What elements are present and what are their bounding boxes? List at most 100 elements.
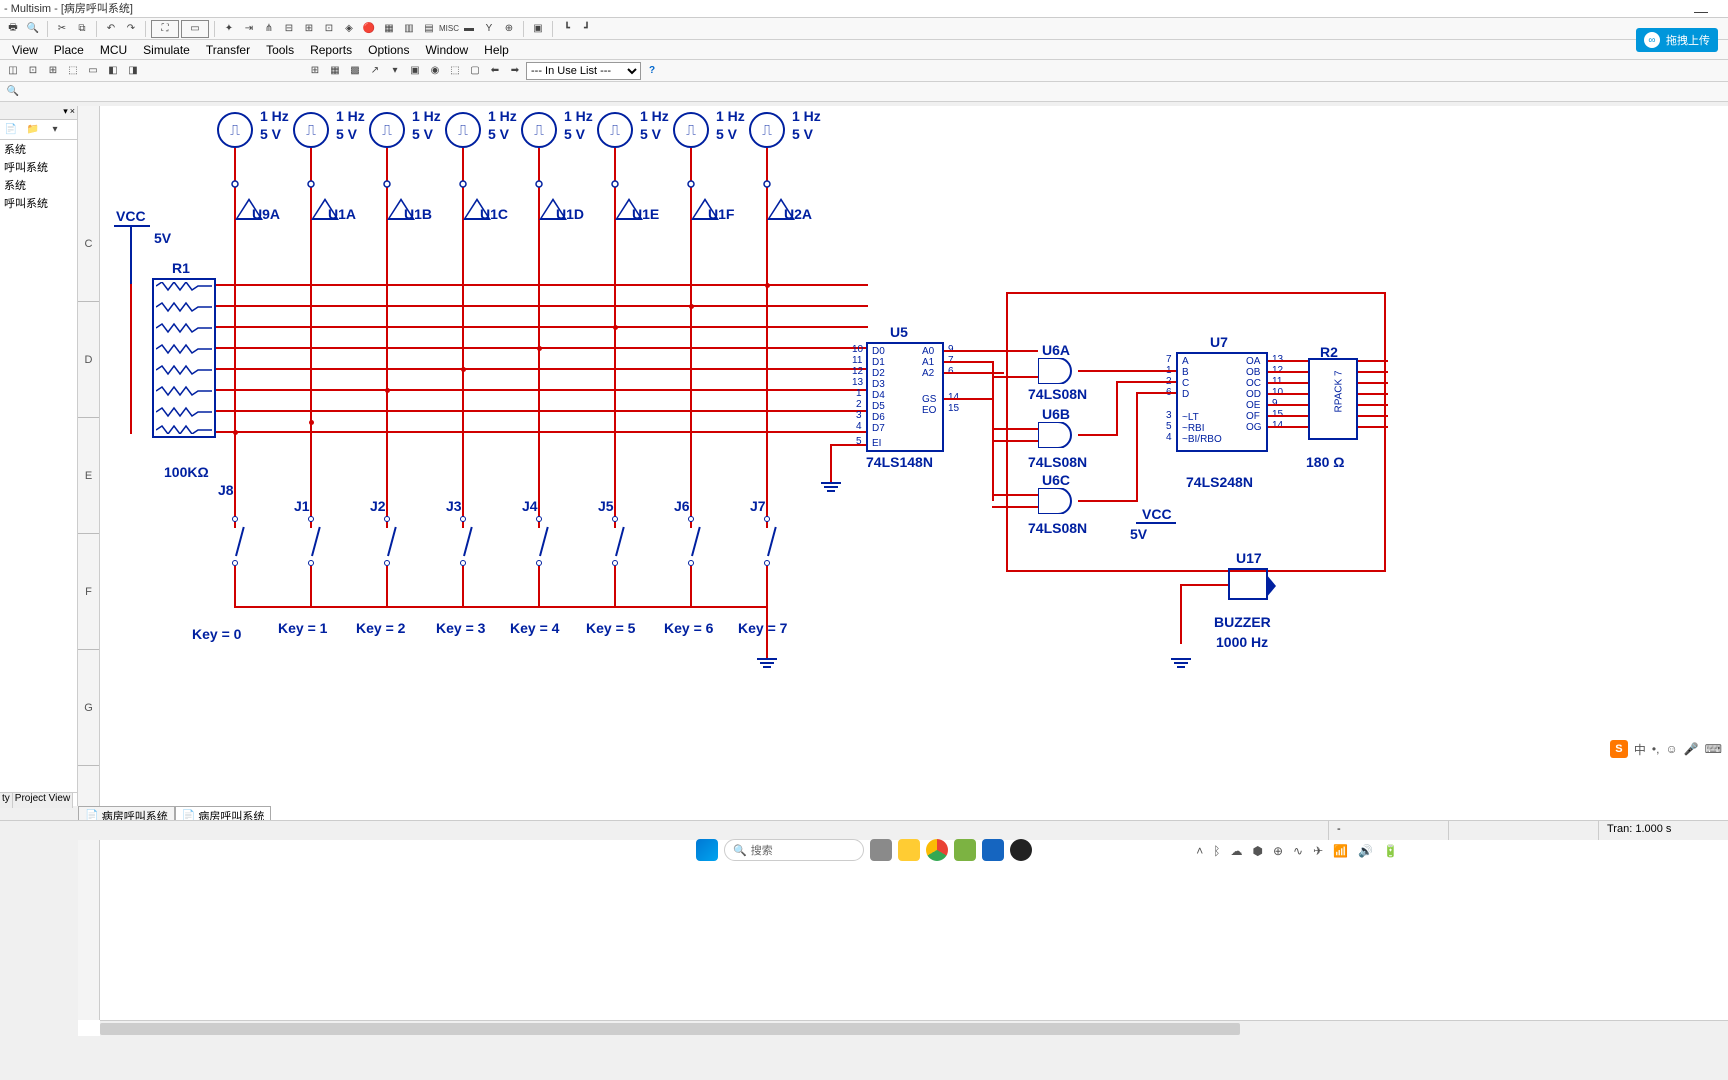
tb2-17-icon[interactable]: ⬅ — [486, 62, 504, 80]
copy-icon[interactable]: ⧉ — [73, 20, 91, 38]
menu-view[interactable]: View — [4, 43, 46, 57]
clock-source[interactable] — [369, 112, 405, 148]
tb2-15-icon[interactable]: ⬚ — [446, 62, 464, 80]
tb2-6-icon[interactable]: ◧ — [104, 62, 122, 80]
tree-item[interactable]: 系统 — [0, 140, 77, 158]
menu-mcu[interactable]: MCU — [92, 43, 135, 57]
tb2-18-icon[interactable]: ➡ — [506, 62, 524, 80]
tb2-4-icon[interactable]: ⬚ — [64, 62, 82, 80]
tray-keyboard-icon[interactable]: ⌨ — [1705, 742, 1722, 756]
switch[interactable] — [379, 516, 395, 566]
menu-simulate[interactable]: Simulate — [135, 43, 198, 57]
menu-options[interactable]: Options — [360, 43, 417, 57]
clock-source[interactable] — [521, 112, 557, 148]
tb2-7-icon[interactable]: ◨ — [124, 62, 142, 80]
tb2-13-icon[interactable]: ▣ — [406, 62, 424, 80]
comp-4-icon[interactable]: ⊟ — [280, 20, 298, 38]
panel-tab2-icon[interactable]: 📁 — [24, 121, 42, 139]
switch[interactable] — [303, 516, 319, 566]
schematic-canvas[interactable]: VCC 5V 1 Hz 5 V 1 Hz 5 V 1 Hz 5 V 1 Hz 5… — [100, 106, 1728, 1020]
bluetooth-icon[interactable]: ᛒ — [1213, 844, 1220, 858]
help-icon[interactable]: ? — [643, 62, 661, 80]
clock-source[interactable] — [445, 112, 481, 148]
tree-item[interactable]: 呼叫系统 — [0, 158, 77, 176]
taskbar-app-icon[interactable] — [954, 839, 976, 861]
panel-tab-ty[interactable]: ty — [0, 793, 13, 808]
clock-source[interactable] — [673, 112, 709, 148]
and-gate[interactable] — [1038, 358, 1078, 384]
zoom-area-icon[interactable]: ▭ — [181, 20, 209, 38]
tb2-1-icon[interactable]: ◫ — [4, 62, 22, 80]
comp-15-icon[interactable]: ▣ — [529, 20, 547, 38]
preview-icon[interactable]: 🔍 — [24, 20, 42, 38]
redo-icon[interactable]: ↷ — [122, 20, 140, 38]
menu-tools[interactable]: Tools — [258, 43, 302, 57]
comp-2-icon[interactable]: ⇥ — [240, 20, 258, 38]
taskbar-chrome-icon[interactable] — [926, 839, 948, 861]
panel-dropdown-icon[interactable]: ▾ — [63, 106, 68, 119]
unknown-icon[interactable]: ⬢ — [1252, 844, 1262, 858]
chevron-up-icon[interactable]: ˄ — [1196, 844, 1203, 858]
clock-source[interactable] — [749, 112, 785, 148]
in-use-select[interactable]: --- In Use List --- — [526, 62, 641, 80]
panel-tab-project[interactable]: Project View — [13, 793, 73, 808]
comp-14-icon[interactable]: ⊕ — [500, 20, 518, 38]
menu-reports[interactable]: Reports — [302, 43, 360, 57]
tray-emoji-icon[interactable]: ☺ — [1665, 742, 1677, 756]
clock-source[interactable] — [217, 112, 253, 148]
menu-help[interactable]: Help — [476, 43, 517, 57]
sogou-ime-icon[interactable]: S — [1610, 740, 1628, 758]
switch[interactable] — [531, 516, 547, 566]
cloud-upload-button[interactable]: ∞ 拖拽上传 — [1636, 28, 1718, 52]
comp-16-icon[interactable]: ┗ — [558, 20, 576, 38]
tree-item[interactable]: 系统 — [0, 176, 77, 194]
tree-item[interactable]: 呼叫系统 — [0, 194, 77, 212]
clock-source[interactable] — [293, 112, 329, 148]
and-gate[interactable] — [1038, 488, 1078, 514]
volume-icon[interactable]: 🔊 — [1358, 844, 1373, 858]
buzzer[interactable] — [1228, 568, 1268, 600]
and-gate[interactable] — [1038, 422, 1078, 448]
zoom-icon[interactable]: 🔍 — [4, 83, 22, 101]
comp-6-icon[interactable]: ⊡ — [320, 20, 338, 38]
comp-5-icon[interactable]: ⊞ — [300, 20, 318, 38]
comp-17-icon[interactable]: ┛ — [578, 20, 596, 38]
tb2-11-icon[interactable]: ↗ — [366, 62, 384, 80]
panel-tab3-icon[interactable]: ▾ — [46, 121, 64, 139]
tb2-12-icon[interactable]: ▾ — [386, 62, 404, 80]
menu-place[interactable]: Place — [46, 43, 92, 57]
taskbar-app-icon[interactable] — [870, 839, 892, 861]
comp-7-icon[interactable]: ◈ — [340, 20, 358, 38]
menu-transfer[interactable]: Transfer — [198, 43, 258, 57]
panel-close-icon[interactable]: × — [70, 106, 75, 119]
tb2-14-icon[interactable]: ◉ — [426, 62, 444, 80]
tb2-5-icon[interactable]: ▭ — [84, 62, 102, 80]
network-icon[interactable]: ⊕ — [1273, 844, 1283, 858]
tray-mic-icon[interactable]: 🎤 — [1684, 742, 1699, 756]
switch[interactable] — [759, 516, 775, 566]
tb2-16-icon[interactable]: ▢ — [466, 62, 484, 80]
taskbar-multisim-icon[interactable] — [982, 839, 1004, 861]
battery-icon[interactable]: 🔋 — [1383, 844, 1398, 858]
wifi-icon[interactable]: 📶 — [1333, 844, 1348, 858]
comp-13-icon[interactable]: Y — [480, 20, 498, 38]
onedrive-icon[interactable]: ☁ — [1230, 844, 1242, 858]
taskbar-explorer-icon[interactable] — [898, 839, 920, 861]
switch[interactable] — [455, 516, 471, 566]
comp-1-icon[interactable]: ✦ — [220, 20, 238, 38]
switch[interactable] — [683, 516, 699, 566]
comp-8-icon[interactable]: 🔴 — [360, 20, 378, 38]
tb2-9-icon[interactable]: ▦ — [326, 62, 344, 80]
comp-10-icon[interactable]: ▥ — [400, 20, 418, 38]
comp-3-icon[interactable]: ⋔ — [260, 20, 278, 38]
zoom-fit-icon[interactable]: ⛶ — [151, 20, 179, 38]
tb2-2-icon[interactable]: ⊡ — [24, 62, 42, 80]
clock-source[interactable] — [597, 112, 633, 148]
comp-11-icon[interactable]: ▤ — [420, 20, 438, 38]
taskbar-obs-icon[interactable] — [1010, 839, 1032, 861]
comp-12-icon[interactable]: ▬ — [460, 20, 478, 38]
switch[interactable] — [607, 516, 623, 566]
tb2-10-icon[interactable]: ▩ — [346, 62, 364, 80]
horizontal-scrollbar[interactable] — [100, 1020, 1728, 1036]
cut-icon[interactable]: ✂ — [53, 20, 71, 38]
